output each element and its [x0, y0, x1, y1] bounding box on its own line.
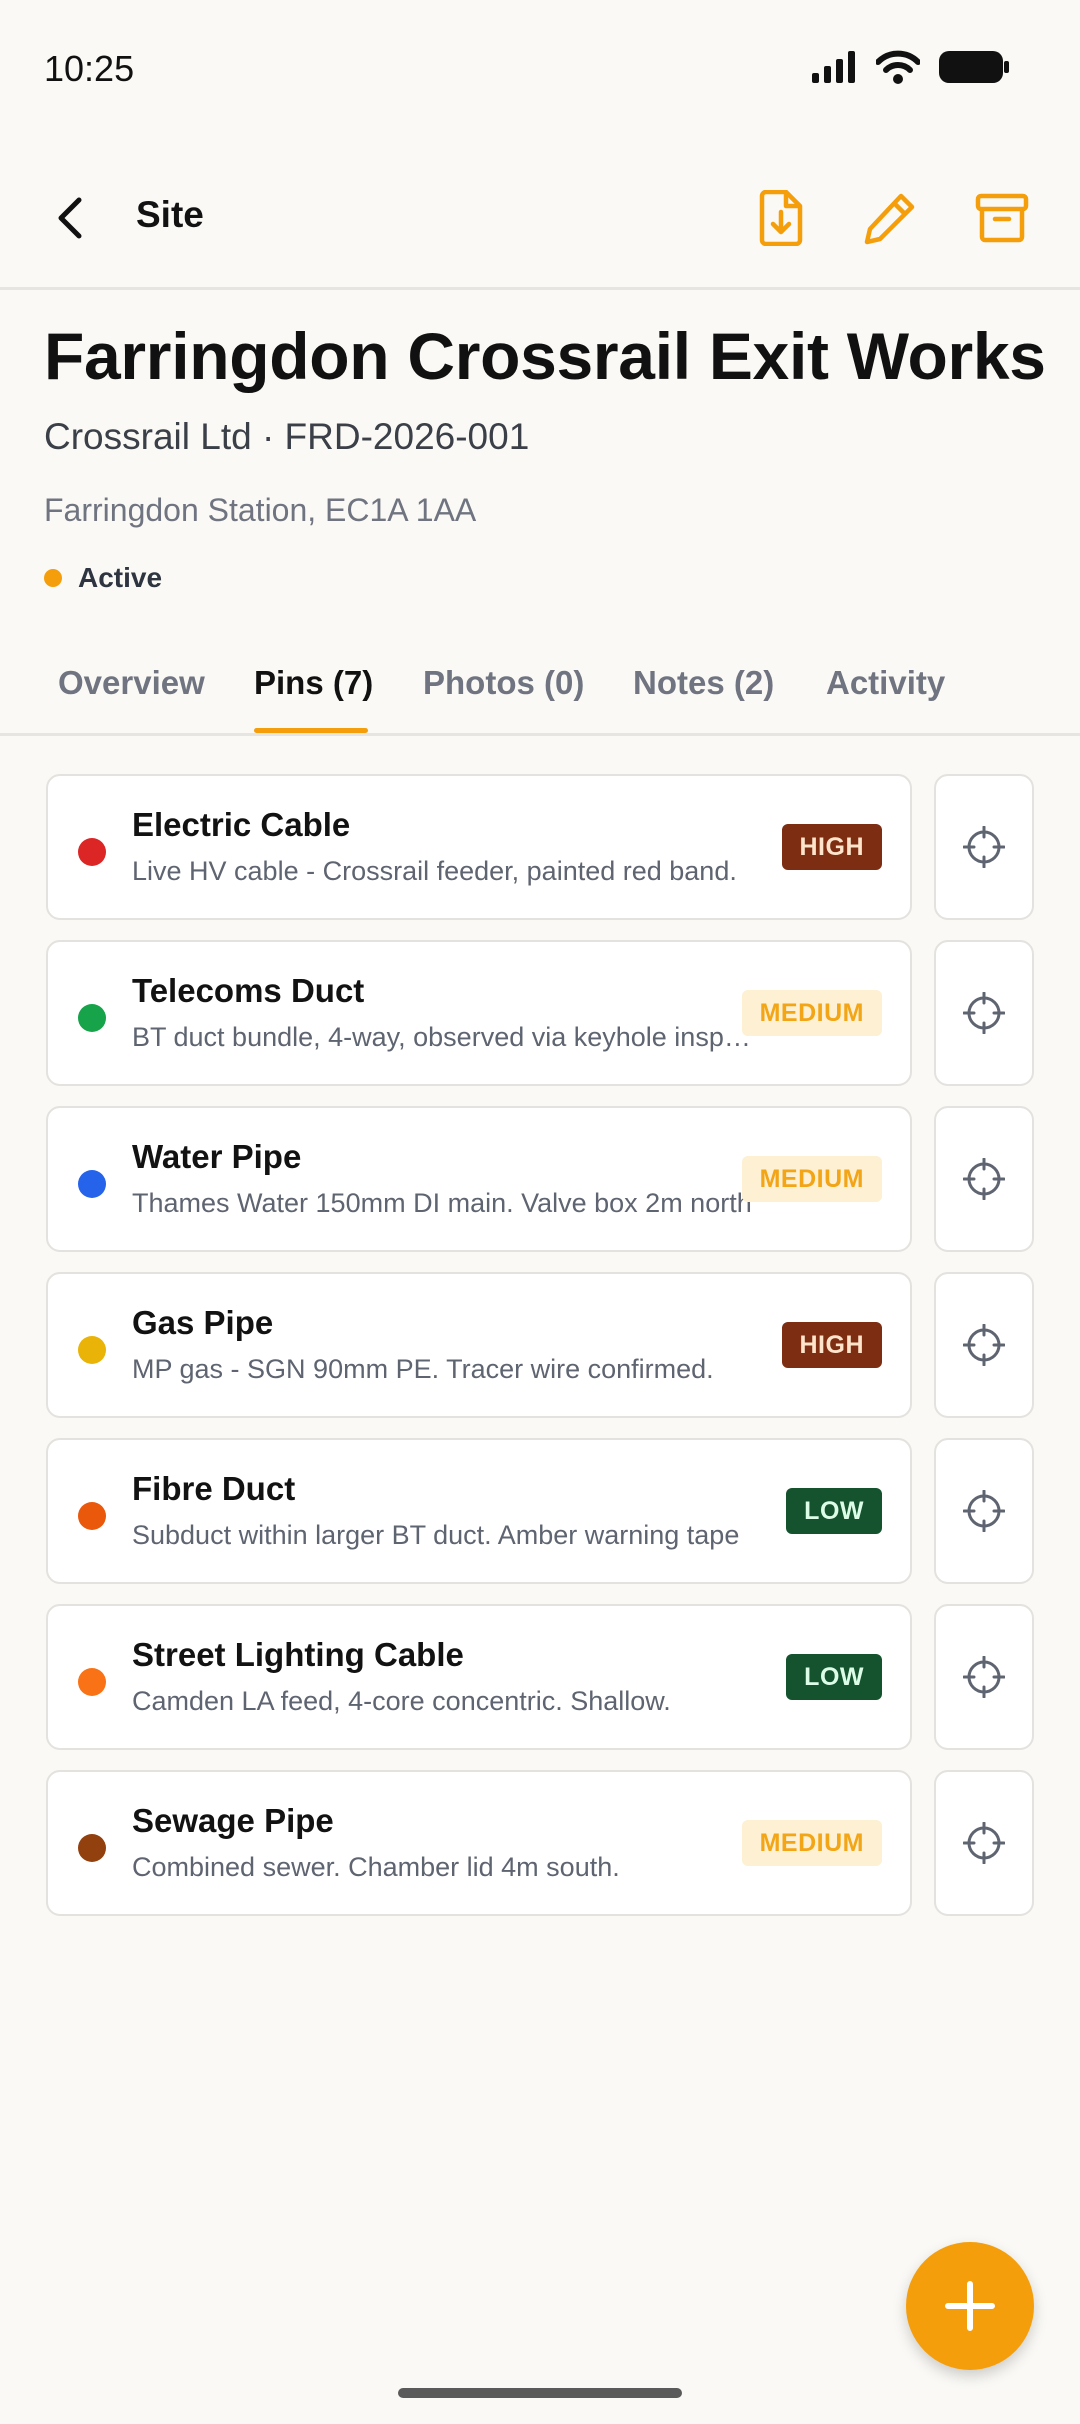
pin-card[interactable]: Sewage Pipe Combined sewer. Chamber lid …	[46, 1770, 912, 1916]
priority-badge: HIGH	[781, 824, 882, 870]
list-item: Water Pipe Thames Water 150mm DI main. V…	[46, 1106, 1034, 1252]
signal-icon	[812, 51, 855, 83]
pin-name: Telecoms Duct	[132, 972, 365, 1009]
crosshair-icon	[963, 1324, 1005, 1366]
list-item: Electric Cable Live HV cable - Crossrail…	[46, 774, 1034, 920]
list-item: Fibre Duct Subduct within larger BT duct…	[46, 1438, 1034, 1584]
pin-description: MP gas - SGN 90mm PE. Tracer wire confir…	[132, 1354, 714, 1384]
locate-pin-button[interactable]	[934, 774, 1034, 920]
crosshair-icon	[963, 826, 1005, 868]
pin-name: Fibre Duct	[132, 1470, 296, 1507]
tab-notes[interactable]: Notes (2)	[633, 664, 774, 702]
site-address: Farringdon Station, EC1A 1AA	[44, 492, 477, 528]
pin-list: Electric Cable Live HV cable - Crossrail…	[46, 774, 1034, 1936]
pin-name: Gas Pipe	[132, 1304, 274, 1341]
archive-icon	[975, 193, 1029, 243]
chevron-left-icon	[58, 197, 82, 239]
pin-description: Live HV cable - Crossrail feeder, painte…	[132, 856, 737, 886]
pin-color-dot-icon	[78, 1004, 106, 1032]
status-icons	[812, 50, 1010, 84]
tab-bar: Overview Pins (7) Photos (0) Notes (2) A…	[0, 640, 1080, 736]
plus-icon	[945, 2281, 995, 2331]
pin-color-dot-icon	[78, 1502, 106, 1530]
status-label: Active	[78, 562, 163, 593]
add-pin-button[interactable]	[906, 2242, 1034, 2370]
locate-pin-button[interactable]	[934, 1604, 1034, 1750]
pin-color-dot-icon	[78, 1668, 106, 1696]
locate-pin-button[interactable]	[934, 1272, 1034, 1418]
priority-badge: MEDIUM	[741, 1820, 882, 1866]
edit-button[interactable]	[856, 184, 924, 252]
site-subtitle: Crossrail Ltd · FRD-2026-001	[44, 416, 530, 457]
crosshair-icon	[963, 1490, 1005, 1532]
status-time: 10:25	[44, 48, 135, 89]
list-item: Sewage Pipe Combined sewer. Chamber lid …	[46, 1770, 1034, 1916]
pin-description: Thames Water 150mm DI main. Valve box 2m…	[132, 1188, 752, 1218]
locate-pin-button[interactable]	[934, 1106, 1034, 1252]
app-bar-title: Site	[136, 194, 204, 235]
list-item: Telecoms Duct BT duct bundle, 4-way, obs…	[46, 940, 1034, 1086]
pin-card[interactable]: Gas Pipe MP gas - SGN 90mm PE. Tracer wi…	[46, 1272, 912, 1418]
priority-badge: MEDIUM	[741, 1156, 882, 1202]
pin-name: Water Pipe	[132, 1138, 302, 1175]
list-item: Street Lighting Cable Camden LA feed, 4-…	[46, 1604, 1034, 1750]
tab-photos[interactable]: Photos (0)	[423, 664, 584, 702]
pin-description: Subduct within larger BT duct. Amber war…	[132, 1520, 740, 1550]
pin-color-dot-icon	[78, 1170, 106, 1198]
pin-color-dot-icon	[78, 1834, 106, 1862]
priority-badge: LOW	[786, 1488, 882, 1534]
pin-name: Sewage Pipe	[132, 1802, 334, 1839]
wifi-icon	[876, 50, 920, 84]
pin-description: Combined sewer. Chamber lid 4m south.	[132, 1852, 620, 1882]
priority-badge: HIGH	[781, 1322, 882, 1368]
app-bar: Site	[0, 160, 1080, 290]
pin-card[interactable]: Electric Cable Live HV cable - Crossrail…	[46, 774, 912, 920]
home-indicator	[398, 2388, 682, 2398]
crosshair-icon	[963, 1158, 1005, 1200]
list-item: Gas Pipe MP gas - SGN 90mm PE. Tracer wi…	[46, 1272, 1034, 1418]
tab-activity[interactable]: Activity	[826, 664, 945, 702]
locate-pin-button[interactable]	[934, 1770, 1034, 1916]
status-badge: Active	[44, 562, 162, 594]
pin-description: BT duct bundle, 4-way, observed via keyh…	[132, 1022, 752, 1052]
tab-pins[interactable]: Pins (7)	[254, 664, 373, 702]
crosshair-icon	[963, 992, 1005, 1034]
file-download-icon	[759, 190, 803, 246]
page-title: Farringdon Crossrail Exit Works	[44, 319, 1046, 393]
pin-card[interactable]: Fibre Duct Subduct within larger BT duct…	[46, 1438, 912, 1584]
back-button[interactable]	[40, 188, 100, 248]
pin-description: Camden LA feed, 4-core concentric. Shall…	[132, 1686, 671, 1716]
pin-card[interactable]: Street Lighting Cable Camden LA feed, 4-…	[46, 1604, 912, 1750]
archive-button[interactable]	[968, 184, 1036, 252]
status-bar: 10:25	[0, 0, 1080, 140]
active-tab-indicator	[254, 728, 368, 733]
priority-badge: LOW	[786, 1654, 882, 1700]
pin-name: Street Lighting Cable	[132, 1636, 464, 1673]
pin-card[interactable]: Water Pipe Thames Water 150mm DI main. V…	[46, 1106, 912, 1252]
battery-icon	[939, 51, 1009, 83]
locate-pin-button[interactable]	[934, 1438, 1034, 1584]
pin-color-dot-icon	[78, 838, 106, 866]
tab-overview[interactable]: Overview	[58, 664, 205, 702]
crosshair-icon	[963, 1822, 1005, 1864]
locate-pin-button[interactable]	[934, 940, 1034, 1086]
crosshair-icon	[963, 1656, 1005, 1698]
pin-card[interactable]: Telecoms Duct BT duct bundle, 4-way, obs…	[46, 940, 912, 1086]
pin-color-dot-icon	[78, 1336, 106, 1364]
pencil-icon	[864, 193, 915, 245]
export-button[interactable]	[746, 184, 814, 252]
pin-name: Electric Cable	[132, 806, 351, 843]
priority-badge: MEDIUM	[741, 990, 882, 1036]
status-dot-icon	[44, 569, 62, 587]
